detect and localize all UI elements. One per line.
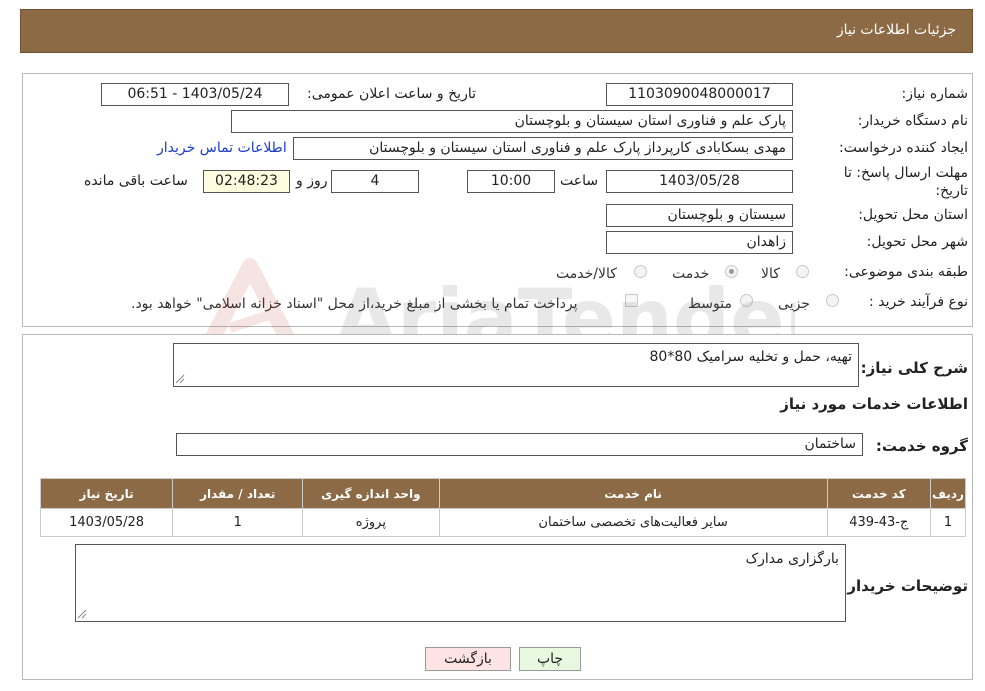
days-label: روز و [296, 173, 328, 189]
col-date-header: تاریخ نیاز [39, 478, 174, 509]
process-radio-minor[interactable] [826, 294, 839, 307]
page-header: جزئیات اطلاعات نیاز [20, 9, 973, 53]
process-radio-medium[interactable] [740, 294, 753, 307]
need-number-label: شماره نیاز: [901, 86, 969, 102]
summary-label: شرح کلی نیاز: [860, 359, 968, 377]
category-option-goods: کالا [761, 266, 780, 282]
col-unit-header: واحد اندازه گیری [302, 478, 440, 509]
treasury-bonds-checkbox[interactable] [625, 294, 638, 307]
cell-quantity: 1 [172, 508, 304, 537]
city-field: زاهدان [606, 231, 793, 254]
payment-note: پرداخت تمام یا بخشی از مبلغ خرید،از محل … [131, 296, 578, 312]
print-button[interactable]: چاپ [519, 647, 581, 671]
resize-grip-icon[interactable] [175, 374, 185, 384]
creator-label: ایجاد کننده درخواست: [839, 140, 968, 156]
process-type-label: نوع فرآیند خرید : [869, 294, 968, 310]
announce-datetime-field: 1403/05/24 - 06:51 [101, 83, 289, 106]
col-quantity-header: تعداد / مقدار [172, 478, 304, 509]
table-header-row: ردیف کد خدمت نام خدمت واحد اندازه گیری ت… [39, 478, 967, 509]
category-radio-goods[interactable] [796, 265, 809, 278]
category-radio-both[interactable] [634, 265, 647, 278]
buyer-contact-link[interactable]: اطلاعات تماس خریدار [157, 140, 287, 156]
buyer-notes-label: توضیحات خریدار: [841, 577, 968, 595]
category-radio-service[interactable] [725, 265, 738, 278]
deadline-date-field: 1403/05/28 [606, 170, 793, 193]
table-row: 1 ج-43-439 سایر فعالیت‌های تخصصی ساختمان… [39, 508, 967, 537]
deadline-label: مهلت ارسال پاسخ: تا [843, 165, 968, 181]
remaining-time-field: 02:48:23 [203, 170, 290, 193]
need-number-field: 1103090048000017 [606, 83, 793, 106]
resize-grip-icon[interactable] [77, 609, 87, 619]
province-label: استان محل تحویل: [858, 207, 968, 223]
announce-datetime-label: تاریخ و ساعت اعلان عمومی: [307, 86, 476, 102]
days-field: 4 [331, 170, 419, 193]
buyer-notes-textarea[interactable]: بارگزاری مدارک [75, 544, 846, 622]
col-name-header: نام خدمت [438, 478, 828, 509]
col-code-header: کد خدمت [826, 478, 931, 509]
deadline-time-field: 10:00 [467, 170, 555, 193]
province-field: سیستان و بلوچستان [606, 204, 793, 227]
summary-textarea[interactable]: تهیه، حمل و تخلیه سرامیک 80*80 [173, 343, 859, 387]
col-row-header: ردیف [929, 478, 967, 509]
process-option-minor: جزیی [778, 296, 810, 312]
cell-row: 1 [929, 508, 967, 537]
services-table: ردیف کد خدمت نام خدمت واحد اندازه گیری ت… [39, 478, 967, 537]
service-group-label: گروه خدمت: [875, 437, 968, 455]
buyer-org-label: نام دستگاه خریدار: [857, 113, 968, 129]
remaining-time-label: ساعت باقی مانده [84, 173, 188, 189]
process-option-medium: متوسط [688, 296, 732, 312]
service-group-field: ساختمان [176, 433, 863, 456]
category-option-service: خدمت [672, 266, 710, 282]
category-label: طبقه بندی موضوعی: [844, 264, 968, 280]
category-option-both: کالا/خدمت [556, 266, 617, 282]
creator-field: مهدی بسکابادی کارپرداز پارک علم و فناوری… [293, 137, 793, 160]
page-title: جزئیات اطلاعات نیاز [836, 22, 956, 38]
city-label: شهر محل تحویل: [866, 234, 968, 250]
cell-unit: پروژه [302, 508, 440, 537]
deadline-label-date: تاریخ: [935, 183, 968, 199]
cell-name: سایر فعالیت‌های تخصصی ساختمان [438, 508, 828, 537]
buyer-org-field: پارک علم و فناوری استان سیستان و بلوچستا… [231, 110, 793, 133]
deadline-time-label: ساعت [560, 173, 599, 189]
cell-code: ج-43-439 [826, 508, 931, 537]
cell-date: 1403/05/28 [39, 508, 174, 537]
back-button[interactable]: بازگشت [425, 647, 511, 671]
services-section-title: اطلاعات خدمات مورد نیاز [780, 395, 968, 413]
